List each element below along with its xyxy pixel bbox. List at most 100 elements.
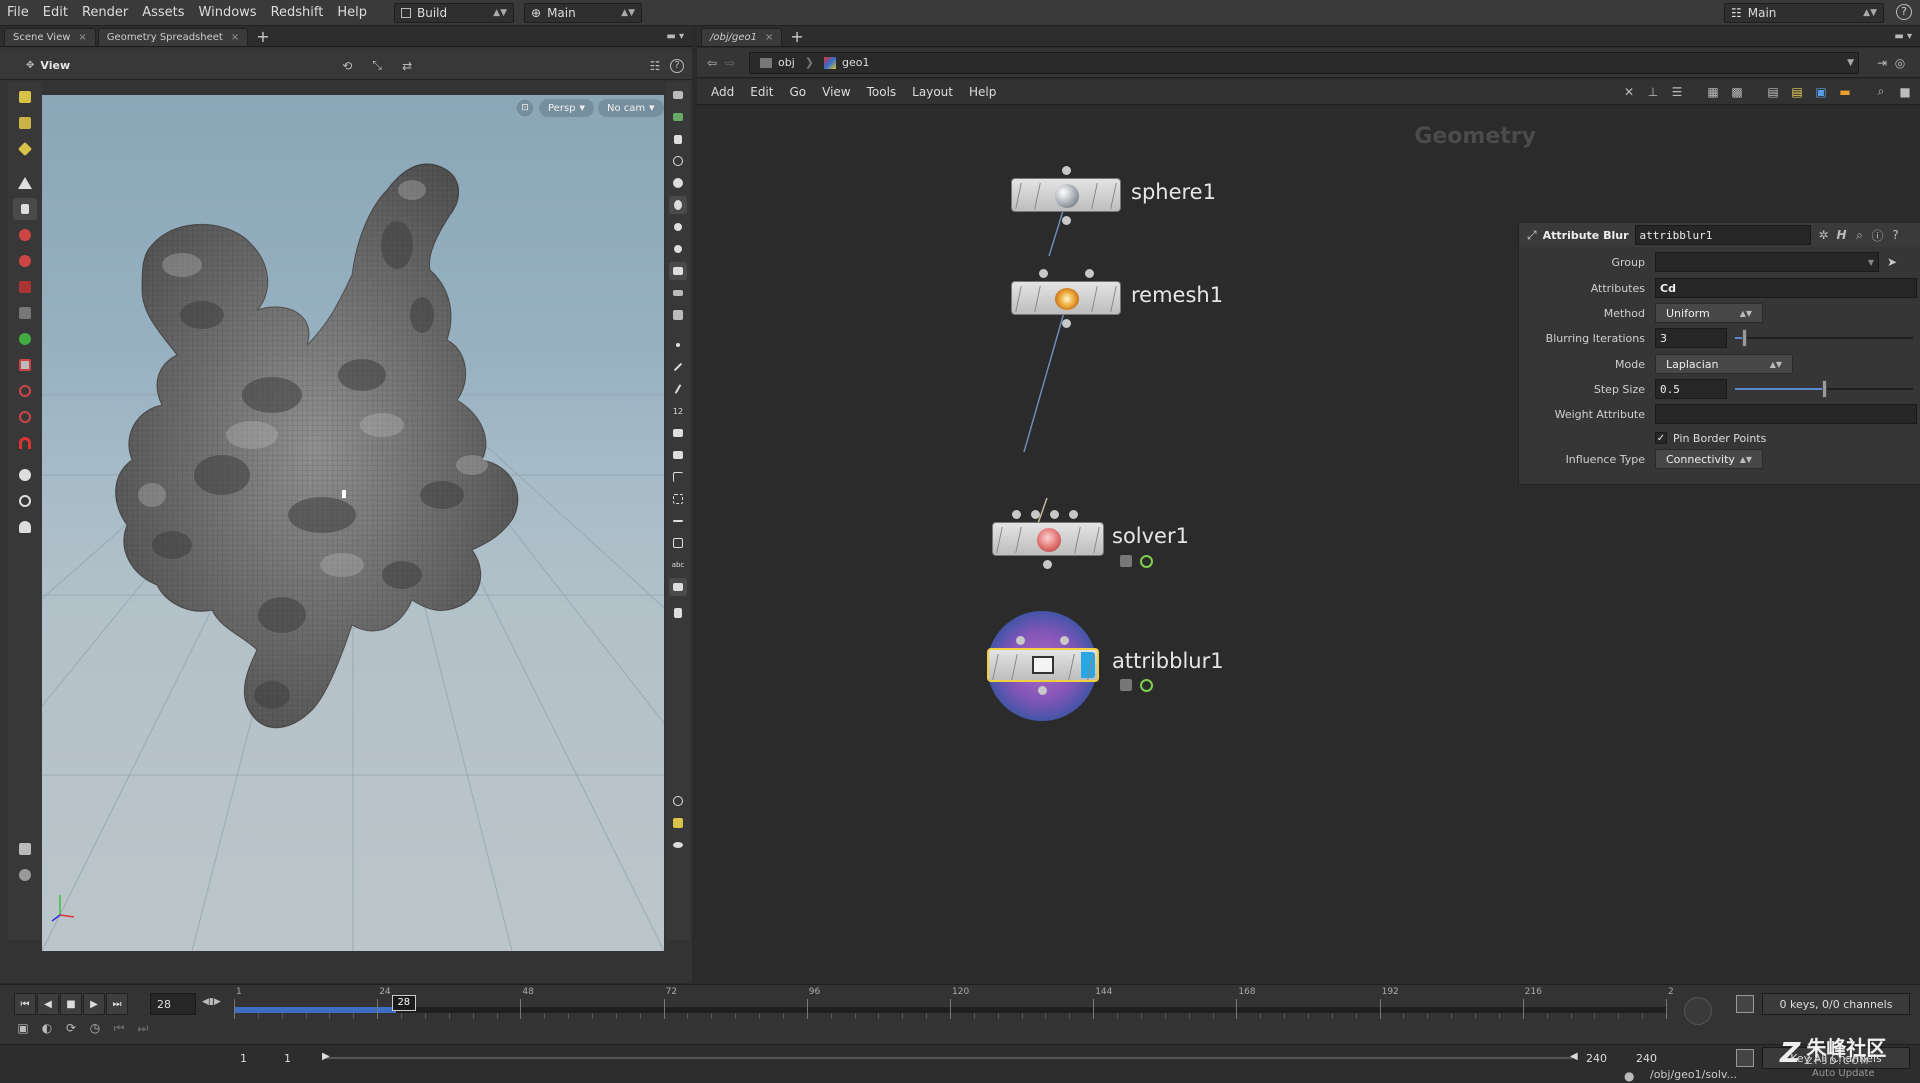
scale-tool-icon[interactable] xyxy=(13,276,37,298)
shading-icon[interactable] xyxy=(669,174,687,192)
search-icon[interactable]: ⌕ xyxy=(1851,226,1869,244)
net-menu-help[interactable]: Help xyxy=(961,85,1004,99)
viewport-options-icon[interactable]: ☷ xyxy=(646,57,664,75)
input-port[interactable] xyxy=(1069,510,1078,519)
range-start2-field[interactable]: 1 xyxy=(278,1047,322,1069)
jump-end-icon[interactable]: ⏭ xyxy=(106,993,128,1015)
current-frame-field[interactable]: 28 xyxy=(150,993,196,1015)
node-label[interactable]: attribblur1 xyxy=(1112,649,1224,673)
sticky-note-icon[interactable]: ▤ xyxy=(1764,83,1782,101)
node-name-field[interactable]: attribblur1 xyxy=(1634,225,1811,245)
snapshot-icon[interactable] xyxy=(669,604,687,622)
lock-icon[interactable] xyxy=(669,130,687,148)
prim-display-icon[interactable] xyxy=(669,424,687,442)
node-label[interactable]: solver1 xyxy=(1112,524,1189,548)
output-port[interactable] xyxy=(1062,216,1071,225)
node-body[interactable] xyxy=(1011,281,1121,315)
edge-icon[interactable] xyxy=(669,468,687,486)
right-desktop-select[interactable]: ☷ Main ▲▼ xyxy=(1724,2,1884,23)
net-menu-edit[interactable]: Edit xyxy=(742,85,781,99)
light-bulb-2-icon[interactable] xyxy=(669,240,687,258)
lock-icon[interactable] xyxy=(1120,555,1132,567)
output-port[interactable] xyxy=(1043,560,1052,569)
point-numbers-icon[interactable]: 12 xyxy=(669,402,687,420)
attributes-field[interactable]: Cd xyxy=(1655,278,1917,298)
move-tool-icon[interactable] xyxy=(13,224,37,246)
input-port[interactable] xyxy=(1062,166,1071,175)
audio-scrub-icon[interactable] xyxy=(1684,997,1712,1025)
light-icon[interactable] xyxy=(669,196,687,214)
viewport-scene[interactable] xyxy=(42,95,664,951)
node-body[interactable] xyxy=(992,522,1104,556)
play-reverse-icon[interactable]: ◀ xyxy=(37,993,59,1015)
grid-icon[interactable]: ▦ xyxy=(1704,83,1722,101)
input-port[interactable] xyxy=(1085,269,1094,278)
hull-icon[interactable] xyxy=(669,534,687,552)
help-icon[interactable]: ? xyxy=(1896,4,1912,20)
step-arrows-icon[interactable]: ◀▮▶ xyxy=(202,997,221,1007)
teapot-icon[interactable] xyxy=(13,516,37,538)
ghost-icon[interactable] xyxy=(669,108,687,126)
sculpted-mesh[interactable] xyxy=(115,163,519,729)
snap-icon[interactable] xyxy=(13,464,37,486)
slider-handle[interactable] xyxy=(1741,329,1747,347)
back-arrow-icon[interactable]: ⇦ xyxy=(703,54,721,72)
normal-display-icon[interactable] xyxy=(669,358,687,376)
slider-handle[interactable] xyxy=(1822,380,1827,398)
node-body-selected[interactable] xyxy=(987,648,1099,682)
tree-icon[interactable]: ⊥ xyxy=(1644,83,1662,101)
text-label-icon[interactable]: abc xyxy=(669,556,687,574)
loop-icon[interactable]: ⟳ xyxy=(62,1019,80,1037)
add-tab-icon[interactable]: + xyxy=(782,28,811,46)
range-slider[interactable] xyxy=(326,1057,1576,1059)
desktop-select[interactable]: ⊕ Main ▲▼ xyxy=(524,2,642,23)
menu-help[interactable]: Help xyxy=(330,5,374,20)
camera-select-button[interactable]: No cam ▼ xyxy=(598,99,664,117)
info-icon[interactable] xyxy=(669,792,687,810)
timeline-ruler[interactable]: 1 24 48 72 96 120 144 168 192 216 2 28 xyxy=(234,987,1674,1021)
zoom-icon[interactable]: ⌕ xyxy=(1872,83,1890,101)
magnet-icon[interactable] xyxy=(13,432,37,454)
play-icon[interactable]: ▶ xyxy=(83,993,105,1015)
clock-icon[interactable]: ◷ xyxy=(86,1019,104,1037)
wrench-icon[interactable]: ✕ xyxy=(1620,83,1638,101)
lock-camera-icon[interactable]: ⊡ xyxy=(517,100,533,116)
method-menu[interactable]: Uniform ▲▼ xyxy=(1655,303,1763,323)
node-body[interactable] xyxy=(1011,178,1121,212)
3d-viewport[interactable]: ⊡ Persp ▼ No cam ▼ xyxy=(42,95,664,951)
iterations-field[interactable]: 3 xyxy=(1655,328,1727,348)
playhead[interactable]: 28 xyxy=(391,995,416,1011)
tumble-icon[interactable]: ⟲ xyxy=(338,57,356,75)
menu-windows[interactable]: Windows xyxy=(192,5,264,20)
pane-menu-icon[interactable]: ▬ ▾ xyxy=(1894,31,1912,42)
input-port[interactable] xyxy=(1050,510,1059,519)
light-bulb-icon[interactable] xyxy=(669,218,687,236)
step-slider[interactable] xyxy=(1735,380,1913,398)
menu-file[interactable]: File xyxy=(0,5,36,20)
tab-obj-geo1[interactable]: /obj/geo1 × xyxy=(701,28,783,46)
key-options-icon[interactable] xyxy=(1736,1049,1754,1067)
camera-icon[interactable] xyxy=(669,262,687,280)
net-menu-add[interactable]: Add xyxy=(703,85,742,99)
uv-icon[interactable] xyxy=(669,512,687,530)
info-icon[interactable]: ⓘ xyxy=(1869,226,1887,244)
path-field[interactable]: obj ❯ geo1 ▼ xyxy=(749,51,1859,74)
camera-view-icon[interactable] xyxy=(13,490,37,512)
input-port[interactable] xyxy=(1060,636,1069,645)
menu-render[interactable]: Render xyxy=(75,5,135,20)
net-menu-tools[interactable]: Tools xyxy=(859,85,905,99)
select-tool[interactable] xyxy=(13,86,37,108)
display-flag[interactable] xyxy=(1081,652,1095,678)
close-icon[interactable]: × xyxy=(231,32,239,43)
select-arrow-icon[interactable]: ➤ xyxy=(1887,255,1897,269)
menu-redshift[interactable]: Redshift xyxy=(264,5,331,20)
grid-points-icon[interactable]: ▩ xyxy=(1728,83,1746,101)
point-display-icon[interactable] xyxy=(669,336,687,354)
select-points-tool[interactable] xyxy=(13,112,37,134)
step-field[interactable]: 0.5 xyxy=(1655,379,1727,399)
net-menu-go[interactable]: Go xyxy=(781,85,814,99)
prev-key-icon[interactable]: ⏮ xyxy=(110,1019,128,1037)
input-port[interactable] xyxy=(1039,269,1048,278)
realtime-icon[interactable]: ▣ xyxy=(14,1019,32,1037)
mode-menu[interactable]: Laplacian ▲▼ xyxy=(1655,354,1793,374)
